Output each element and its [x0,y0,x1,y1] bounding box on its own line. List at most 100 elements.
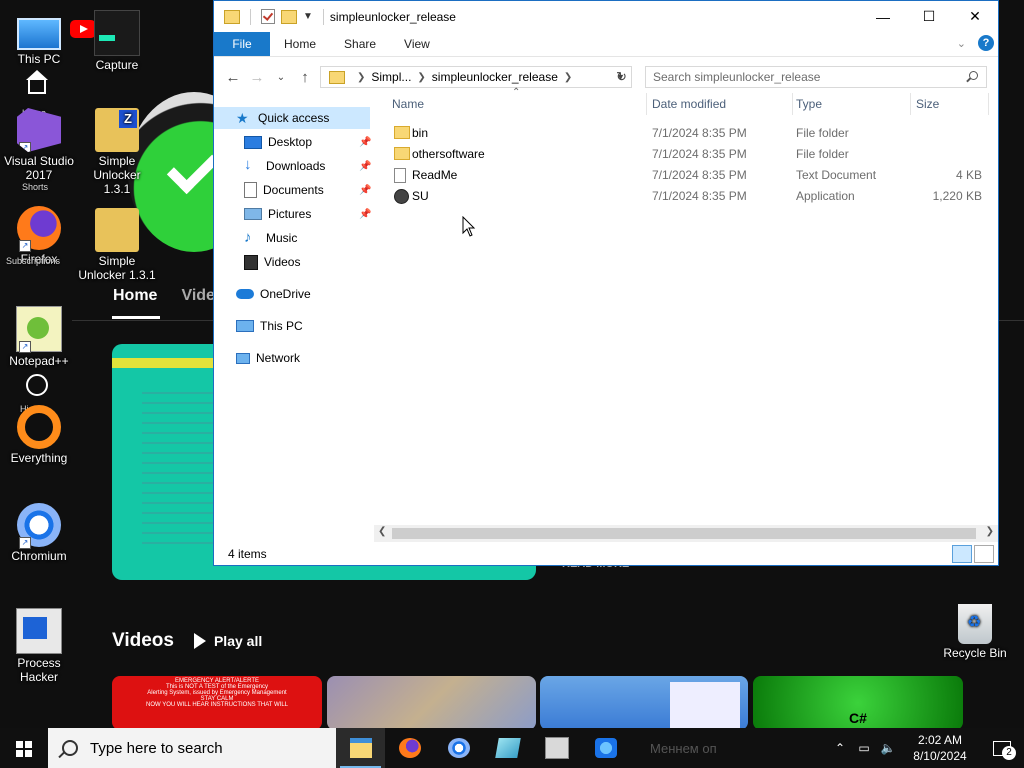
desktop-icon [244,135,262,149]
desktop-icon-visual-studio[interactable]: ↗ Visual Studio 2017 [0,108,79,182]
taskbar-file-explorer[interactable] [336,728,385,768]
nav-item-downloads[interactable]: ↓ Downloads [244,155,325,177]
address-bar[interactable]: ❯ Simpl... ❯ simpleunlocker_release ❯ ▼ [320,66,632,88]
scroll-right-icon[interactable]: ❯ [986,526,994,537]
column-header-date[interactable]: Date modified [652,97,726,111]
column-divider[interactable] [910,93,911,115]
network-icon [236,352,250,364]
nav-item-documents[interactable]: Documents [244,179,324,201]
desktop-icon-notepad-plus-plus[interactable]: ↗ Notepad++ [0,306,79,368]
file-type: File folder [796,126,849,140]
title-bar[interactable]: ▼ simpleunlocker_release — ☐ ✕ [214,1,998,32]
file-row-bin[interactable]: bin 7/1/2024 8:35 PM File folder [384,122,990,143]
star-icon: ★ [236,110,249,126]
large-icons-view-icon[interactable] [974,545,994,563]
nav-item-desktop[interactable]: Desktop [244,131,312,153]
recent-locations-dropdown-icon[interactable]: ⌄ [269,72,293,83]
column-header-name[interactable]: Name [392,97,424,111]
breadcrumb-item[interactable]: simpleunlocker_release [432,70,558,84]
maximize-button[interactable]: ☐ [906,1,952,32]
minimize-button[interactable]: — [860,1,906,32]
video-thumbnail-csharp: C# [753,676,963,730]
taskbar-chromium[interactable] [434,728,483,768]
start-button[interactable] [0,728,48,768]
desktop-icon-label: Simple Unlocker 1.3.1 [78,254,156,282]
app-icon [594,738,617,758]
scroll-left-icon[interactable]: ❮ [378,526,386,537]
taskbar-app-6[interactable] [581,728,630,768]
tab-file[interactable]: File [214,32,270,56]
forward-button[interactable]: → [245,69,269,86]
clock[interactable]: 2:02 AM 8/10/2024 [900,732,980,764]
file-explorer-icon [349,738,372,758]
file-date: 7/1/2024 8:35 PM [652,147,747,161]
desktop-icon-process-hacker[interactable]: Process Hacker [0,608,79,684]
back-button[interactable]: ← [221,69,245,86]
search-icon[interactable] [969,71,978,80]
desktop-icon-label: Everything [10,451,68,465]
file-type: File folder [796,147,849,161]
chevron-right-icon[interactable]: ❯ [357,72,365,83]
nav-item-quick-access[interactable]: ★ Quick access [214,107,370,129]
video-icon [244,254,258,270]
desktop-icon-capture[interactable]: Capture [77,10,157,72]
application-icon [394,189,409,204]
notification-center-button[interactable]: 2 [980,728,1024,768]
cloud-icon [236,289,254,299]
show-hidden-icons-icon[interactable]: ⌃ [828,741,852,755]
nav-label: Videos [264,255,301,269]
nav-item-pictures[interactable]: Pictures [244,203,311,225]
expand-ribbon-icon[interactable]: ⌄ [957,37,966,50]
channel-tab-home: Home [113,287,158,304]
taskbar-app-4[interactable] [483,728,532,768]
taskbar-search-box[interactable]: Type here to search [48,728,336,768]
desktop-icon-chromium[interactable]: ↗ Chromium [0,503,79,563]
network-icon[interactable]: ▭ [852,741,876,755]
horizontal-scrollbar[interactable]: ❮ ❯ [374,525,998,542]
desktop-icon-everything[interactable]: Everything [0,405,79,465]
column-header-size[interactable]: Size [916,97,939,111]
quick-access-toolbar: ▼ [214,8,328,25]
chevron-right-icon[interactable]: ❯ [417,72,425,83]
status-bar: 4 items [214,542,998,565]
file-row-su[interactable]: SU 7/1/2024 8:35 PM Application 1,220 KB [384,185,990,206]
new-folder-icon[interactable] [281,9,297,24]
navigation-pane: ★ Quick access Desktop 📌 ↓ Downloads 📌 Doc… [214,97,372,542]
properties-icon[interactable] [261,9,275,24]
customize-toolbar-dropdown-icon[interactable]: ▼ [303,11,313,22]
column-divider[interactable] [792,93,793,115]
volume-icon[interactable]: 🔈 [876,741,900,755]
refresh-icon[interactable]: ↻ [616,69,627,85]
file-row-readme[interactable]: ReadMe 7/1/2024 8:35 PM Text Document 4 … [384,164,990,185]
desktop-icon-simple-unlocker-zip[interactable]: Simple Unlocker 1.3.1 [77,108,157,196]
file-list: bin 7/1/2024 8:35 PM File folder otherso… [384,122,990,206]
breadcrumb-item[interactable]: Simpl... [371,70,411,84]
taskbar-firefox[interactable] [385,728,434,768]
desktop-icon-simple-unlocker-folder[interactable]: Simple Unlocker 1.3.1 [77,208,157,282]
column-divider[interactable] [646,93,647,115]
nav-item-music[interactable]: ♪ Music [244,227,297,249]
chevron-right-icon[interactable]: ❯ [564,72,572,83]
search-input[interactable] [646,69,955,85]
help-icon[interactable]: ? [978,35,994,51]
file-date: 7/1/2024 8:35 PM [652,168,747,182]
desktop-icon-recycle-bin[interactable]: Recycle Bin [935,604,1015,660]
taskbar-search-placeholder: Type here to search [90,739,223,757]
nav-item-onedrive[interactable]: OneDrive [236,283,311,305]
details-view-icon[interactable] [952,545,972,563]
desktop-icon-this-pc[interactable]: This PC [0,10,79,66]
nav-item-this-pc[interactable]: This PC [236,315,303,337]
taskbar-app-5[interactable] [532,728,581,768]
column-divider[interactable] [988,93,989,115]
search-box[interactable] [645,66,987,88]
tab-share[interactable]: Share [330,32,390,56]
nav-item-videos[interactable]: Videos [244,251,300,273]
up-button[interactable]: ↑ [293,69,317,86]
column-header-type[interactable]: Type [796,97,822,111]
nav-item-network[interactable]: Network [236,347,300,369]
file-row-othersoftware[interactable]: othersoftware 7/1/2024 8:35 PM File fold… [384,143,990,164]
scrollbar-thumb[interactable] [392,528,976,539]
close-button[interactable]: ✕ [952,1,998,32]
tab-home[interactable]: Home [270,32,330,56]
tab-view[interactable]: View [390,32,444,56]
